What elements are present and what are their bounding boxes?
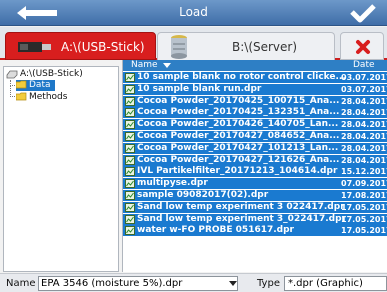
file-date: 17.08.2017 14:: [341, 191, 387, 200]
server-icon: [171, 35, 187, 59]
file-row[interactable]: Sand low temp experiment 3 022417.dpr 17.…: [123, 201, 387, 213]
tab-server[interactable]: B:\(Server): [157, 32, 335, 60]
graphic-file-icon: [125, 179, 135, 189]
tab-usb-stick[interactable]: A:\(USB-Stick): [5, 32, 156, 60]
graphic-file-icon: [125, 84, 135, 94]
graphic-file-icon: [125, 108, 135, 118]
file-name: sample 09082017(02).dpr: [137, 190, 269, 200]
tree-item-label: Data: [29, 80, 51, 90]
file-date: 15.12.2017 17:: [341, 167, 387, 177]
tree-connector: [10, 86, 15, 97]
tree-item-methods[interactable]: Methods: [16, 92, 67, 103]
file-date: 17.05.2017 11:: [341, 226, 387, 236]
usb-stick-icon: [18, 42, 51, 52]
graphic-file-icon: [125, 226, 135, 236]
sort-descending-icon[interactable]: [163, 63, 171, 68]
file-name: Cocoa Powder_20170425_132351_Ana...: [137, 107, 340, 118]
name-label: Name: [6, 278, 36, 289]
file-date: 17.05.2017 11:: [341, 214, 387, 224]
drive-icon: [6, 70, 18, 79]
graphic-file-icon: [125, 155, 135, 165]
file-name: multipyse.dpr: [137, 178, 208, 189]
file-row[interactable]: Cocoa Powder_20170425_100715_Ana... 28.04…: [123, 95, 387, 107]
file-date: 07.09.2017 15:: [341, 179, 387, 189]
file-row[interactable]: Cocoa Powder_20170427_084652_Ana... 28.04…: [123, 131, 387, 142]
title-bar: Load: [0, 0, 387, 26]
file-list: Name Date 10 sample blank no rotor contr…: [122, 60, 387, 272]
file-name: Cocoa Powder_20170425_100715_Ana...: [137, 95, 340, 106]
type-label: Type: [257, 278, 280, 289]
tree-root[interactable]: A:\(USB-Stick): [6, 69, 83, 80]
tab-server-label: B:\(Server): [232, 40, 298, 54]
file-date: 28.04.2017 11:: [341, 108, 387, 118]
file-row[interactable]: IVL Partikelfilter_20171213_104614.dpr 15…: [123, 166, 387, 178]
file-name: 10 sample blank run.dpr: [137, 83, 262, 94]
graphic-file-icon: [125, 214, 135, 224]
file-row[interactable]: 10 sample blank no rotor control clicke.…: [123, 72, 387, 83]
file-date: 17.05.2017 11:: [341, 202, 387, 212]
folder-tree: A:\(USB-Stick) Data Methods: [3, 66, 119, 272]
folder-icon: [16, 80, 27, 89]
file-name: Sand low temp experiment 3 022417.dpr: [137, 201, 345, 212]
file-date: 28.04.2017 11:: [341, 96, 387, 106]
file-name: water w-FO PROBE 051617.dpr: [137, 225, 294, 236]
graphic-file-icon: [125, 120, 135, 130]
load-dialog: Load A:\(USB-Stick) B:\(Server) A:\(USB-…: [0, 0, 387, 292]
tree-item-label: Methods: [29, 92, 68, 102]
file-name: Sand low temp experiment 3_022417.dpr: [137, 213, 346, 224]
file-row[interactable]: Cocoa Powder_20170427_101213_Lan... 28.04…: [123, 142, 387, 154]
list-header: Name Date: [123, 60, 387, 71]
graphic-file-icon: [125, 143, 135, 153]
file-row[interactable]: Sand low temp experiment 3_022417.dpr 17.…: [123, 213, 387, 225]
file-date: 03.07.2017 11:: [341, 84, 387, 94]
file-date: 03.07.2017 11:: [341, 73, 387, 82]
file-name: Cocoa Powder_20170427_084652_Ana...: [137, 131, 340, 141]
graphic-file-icon: [125, 167, 135, 177]
footer-bar: Name EPA 3546 (moisture 5%).dpr Type *.d…: [0, 273, 387, 292]
file-row[interactable]: water w-FO PROBE 051617.dpr 17.05.2017 11…: [123, 225, 387, 237]
file-date: 28.04.2017 11:: [341, 120, 387, 130]
filetype-select[interactable]: *.dpr (Graphic): [284, 276, 387, 291]
file-row[interactable]: Cocoa Powder_20170425_132351_Ana... 28.04…: [123, 107, 387, 119]
file-date: 28.04.2017 11:: [341, 155, 387, 165]
file-name: 10 sample blank no rotor control clicke.…: [137, 72, 346, 82]
file-name: IVL Partikelfilter_20171213_104614.dpr: [137, 166, 338, 177]
file-name: Cocoa Powder_20170427_121626_Ana...: [137, 154, 340, 165]
file-row[interactable]: sample 09082017(02).dpr 17.08.2017 14:: [123, 190, 387, 201]
file-name: Cocoa Powder_20170427_101213_Lan...: [137, 142, 339, 153]
file-date: 28.04.2017 11:: [341, 143, 387, 153]
file-row[interactable]: multipyse.dpr 07.09.2017 15:: [123, 178, 387, 190]
tree-item-data[interactable]: Data: [16, 80, 55, 91]
graphic-file-icon: [125, 191, 135, 200]
drive-tabs: A:\(USB-Stick) B:\(Server): [0, 27, 387, 60]
close-button[interactable]: [340, 32, 384, 60]
graphic-file-icon: [125, 132, 135, 141]
confirm-check-icon[interactable]: [349, 3, 377, 23]
filename-input[interactable]: EPA 3546 (moisture 5%).dpr: [38, 276, 238, 291]
folder-icon: [16, 92, 27, 101]
file-date: 28.04.2017 11:: [341, 132, 387, 141]
tab-usb-label: A:\(USB-Stick): [61, 40, 145, 54]
tree-root-label: A:\(USB-Stick): [20, 69, 83, 79]
file-row[interactable]: Cocoa Powder_20170427_121626_Ana... 28.04…: [123, 154, 387, 166]
file-row[interactable]: 10 sample blank run.dpr 03.07.2017 11:: [123, 83, 387, 95]
graphic-file-icon: [125, 73, 135, 82]
graphic-file-icon: [125, 202, 135, 212]
close-icon: [356, 40, 370, 54]
file-name: Cocoa Powder_20170426_140705_Lan...: [137, 119, 339, 130]
window-title: Load: [179, 5, 208, 19]
column-header-date[interactable]: Date: [353, 60, 375, 71]
column-header-name[interactable]: Name: [131, 60, 158, 71]
graphic-file-icon: [125, 96, 135, 106]
chevron-down-icon[interactable]: [229, 281, 237, 286]
file-row[interactable]: Cocoa Powder_20170426_140705_Lan... 28.04…: [123, 119, 387, 131]
